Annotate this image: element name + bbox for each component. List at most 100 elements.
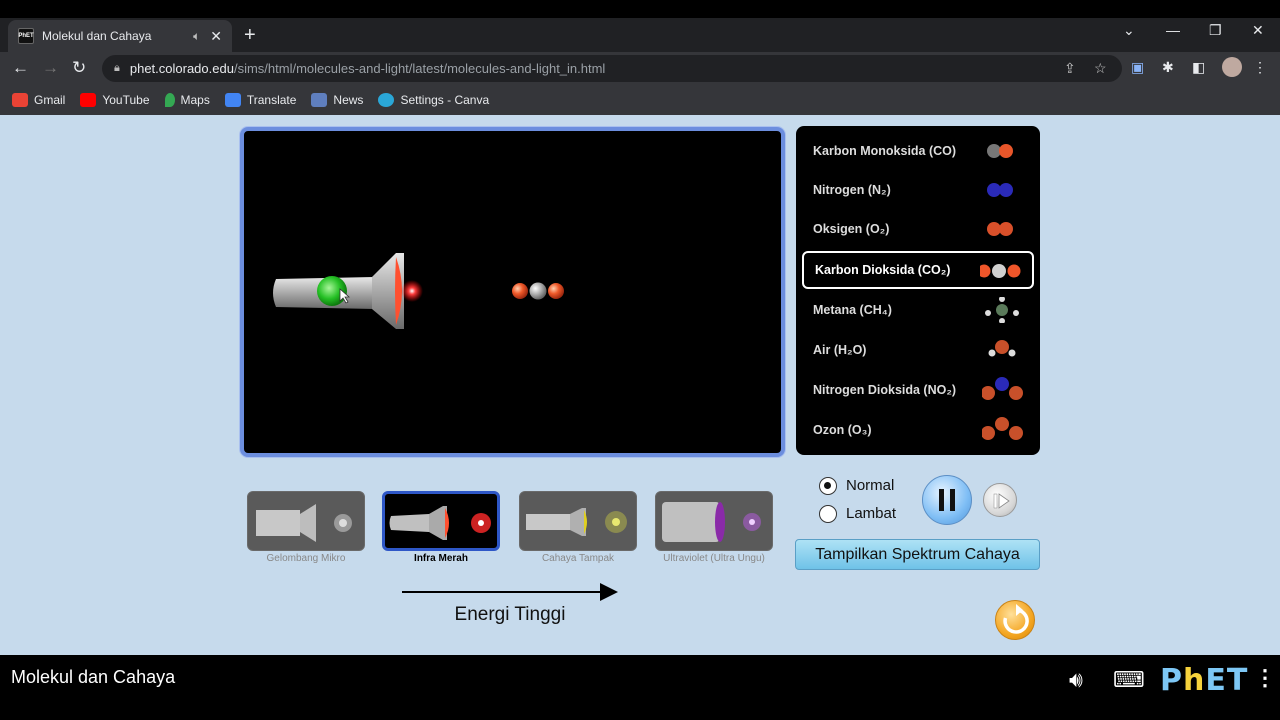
- bookmark-label: Translate: [246, 92, 297, 107]
- play-area-scene: [273, 253, 564, 329]
- phet-logo-p: P: [1160, 663, 1183, 698]
- bookmark-star-icon[interactable]: ☆: [1094, 60, 1107, 77]
- side-panel-icon[interactable]: ◧: [1192, 59, 1205, 76]
- molecule-option-o3[interactable]: Ozon (O₃): [802, 411, 1034, 449]
- normal-speed-label[interactable]: Normal: [846, 477, 894, 494]
- canva-icon: [378, 92, 395, 107]
- show-light-spectrum-button[interactable]: Tampilkan Spektrum Cahaya: [795, 539, 1040, 570]
- bookmark-translate[interactable]: Translate: [224, 92, 297, 107]
- molecule-option-n2[interactable]: Nitrogen (N₂): [802, 171, 1034, 209]
- extensions-icon[interactable]: ✱: [1162, 59, 1174, 76]
- molecule-selector-panel: Karbon Monoksida (CO) Nitrogen (N₂) Oksi…: [796, 126, 1040, 455]
- molecule-option-ch4[interactable]: Metana (CH₄): [802, 291, 1034, 329]
- phet-navbar: Molekul dan Cahaya 🔊︎ ⌨ PhET ⋮: [0, 655, 1280, 720]
- step-forward-button[interactable]: [983, 483, 1017, 517]
- ch4-molecule-icon: [985, 297, 1019, 323]
- co2-molecule-icon: [980, 264, 1021, 278]
- share-icon[interactable]: ⇪: [1064, 60, 1076, 77]
- slow-speed-label[interactable]: Lambat: [846, 505, 896, 522]
- sim-title: Molekul dan Cahaya: [11, 667, 176, 687]
- bookmarks-bar: Gmail YouTube Maps Translate News Settin…: [0, 84, 1280, 115]
- address-bar[interactable]: 🔒︎ phet.colorado.edu /sims/html/molecule…: [102, 55, 1122, 82]
- maps-icon: [164, 92, 175, 107]
- phet-logo-et: ET: [1205, 663, 1249, 698]
- radio-selected-dot: [824, 482, 831, 489]
- molecule-label: Ozon (O₃): [813, 423, 872, 437]
- keyboard-icon[interactable]: ⌨: [1113, 667, 1145, 693]
- source-ultraviolet-button[interactable]: [655, 491, 773, 551]
- slow-speed-radio[interactable]: [819, 505, 837, 523]
- molecule-option-no2[interactable]: Nitrogen Dioksida (NO₂): [802, 371, 1034, 409]
- tab-search-icon[interactable]: ⌄: [1123, 22, 1135, 39]
- bookmark-canva[interactable]: Settings - Canva: [378, 92, 490, 107]
- simulation-area: Karbon Monoksida (CO) Nitrogen (N₂) Oksi…: [0, 115, 1280, 655]
- source-label-infrared: Infra Merah: [414, 553, 468, 564]
- source-label-microwave: Gelombang Mikro: [266, 553, 346, 564]
- molecule-label: Oksigen (O₂): [813, 222, 890, 236]
- new-tab-icon[interactable]: +: [244, 24, 256, 47]
- youtube-icon: [80, 92, 97, 107]
- step-forward-icon: [993, 493, 1010, 509]
- restore-icon[interactable]: ❐: [1209, 22, 1222, 39]
- minimize-icon[interactable]: —: [1166, 22, 1180, 38]
- pause-icon: [939, 489, 944, 511]
- cast-icon[interactable]: ▣: [1131, 59, 1144, 76]
- molecule-option-o2[interactable]: Oksigen (O₂): [802, 210, 1034, 248]
- h2o-molecule-icon: [988, 340, 1016, 357]
- bookmark-label: News: [333, 92, 364, 107]
- source-microwave-button[interactable]: [247, 491, 365, 551]
- browser-chrome: PhET Molekul dan Cahaya 🔈︎ ✕ + ⌄ — ❐ ✕ ←…: [0, 0, 1280, 115]
- molecule-option-co[interactable]: Karbon Monoksida (CO): [802, 132, 1034, 170]
- no2-molecule-icon: [982, 377, 1023, 400]
- visible-light-emitter-icon: [526, 508, 627, 536]
- profile-avatar[interactable]: [1222, 57, 1242, 77]
- source-label-ultraviolet: Ultraviolet (Ultra Ungu): [663, 553, 765, 564]
- molecule-option-co2[interactable]: Karbon Dioksida (CO₂): [802, 251, 1034, 289]
- pause-button[interactable]: [922, 475, 972, 525]
- phet-favicon-icon: PhET: [18, 28, 34, 44]
- source-label-visible: Cahaya Tampak: [541, 553, 615, 564]
- top-strip: [0, 0, 1280, 18]
- tab-close-icon[interactable]: ✕: [210, 28, 222, 45]
- tab-title: Molekul dan Cahaya: [42, 29, 152, 43]
- molecule-label: Karbon Monoksida (CO): [813, 144, 957, 158]
- molecule-option-h2o[interactable]: Air (H₂O): [802, 331, 1034, 369]
- phet-menu-icon[interactable]: ⋮: [1254, 665, 1276, 691]
- speaker-icon[interactable]: 🔈︎: [193, 29, 200, 44]
- back-icon[interactable]: ←: [12, 58, 29, 78]
- reload-icon[interactable]: ↻: [72, 58, 86, 78]
- bookmark-label: Settings - Canva: [400, 92, 490, 107]
- window-close-icon[interactable]: ✕: [1252, 22, 1264, 39]
- o2-molecule-icon: [987, 222, 1013, 236]
- o3-molecule-icon: [982, 417, 1023, 440]
- reset-all-button[interactable]: [995, 600, 1035, 640]
- normal-speed-radio[interactable]: [819, 477, 837, 495]
- phet-logo[interactable]: PhET: [1160, 663, 1248, 698]
- bookmark-label: Maps: [180, 92, 210, 107]
- bookmark-maps[interactable]: Maps: [164, 92, 210, 107]
- forward-icon[interactable]: →: [42, 58, 59, 78]
- tab-bar: PhET Molekul dan Cahaya 🔈︎ ✕ + ⌄ — ❐ ✕: [0, 18, 1280, 52]
- browser-tab[interactable]: PhET Molekul dan Cahaya 🔈︎ ✕: [8, 20, 232, 52]
- lock-icon[interactable]: 🔒︎: [114, 62, 120, 75]
- co2-molecule[interactable]: [512, 282, 564, 300]
- source-visible-button[interactable]: [519, 491, 637, 551]
- news-icon: [311, 92, 328, 107]
- infrared-emitter-icon: [389, 506, 491, 540]
- co-molecule-icon: [987, 144, 1013, 158]
- url-path: /sims/html/molecules-and-light/latest/mo…: [233, 61, 606, 76]
- bookmark-news[interactable]: News: [311, 92, 364, 107]
- url-domain: phet.colorado.edu: [129, 61, 234, 76]
- source-infrared-button[interactable]: [382, 491, 500, 551]
- sound-icon[interactable]: 🔊︎: [1069, 667, 1083, 693]
- bookmark-gmail[interactable]: Gmail: [12, 92, 65, 107]
- menu-kebab-icon[interactable]: ⋮: [1253, 59, 1267, 76]
- bookmark-label: YouTube: [102, 92, 150, 107]
- infrared-emitter[interactable]: [273, 253, 404, 329]
- molecule-label: Metana (CH₄): [813, 303, 892, 317]
- molecule-label: Karbon Dioksida (CO₂): [815, 263, 951, 277]
- bookmark-youtube[interactable]: YouTube: [80, 92, 150, 107]
- microwave-emitter-icon: [256, 504, 352, 542]
- molecule-label: Nitrogen Dioksida (NO₂): [813, 383, 957, 397]
- molecule-label: Air (H₂O): [813, 343, 867, 357]
